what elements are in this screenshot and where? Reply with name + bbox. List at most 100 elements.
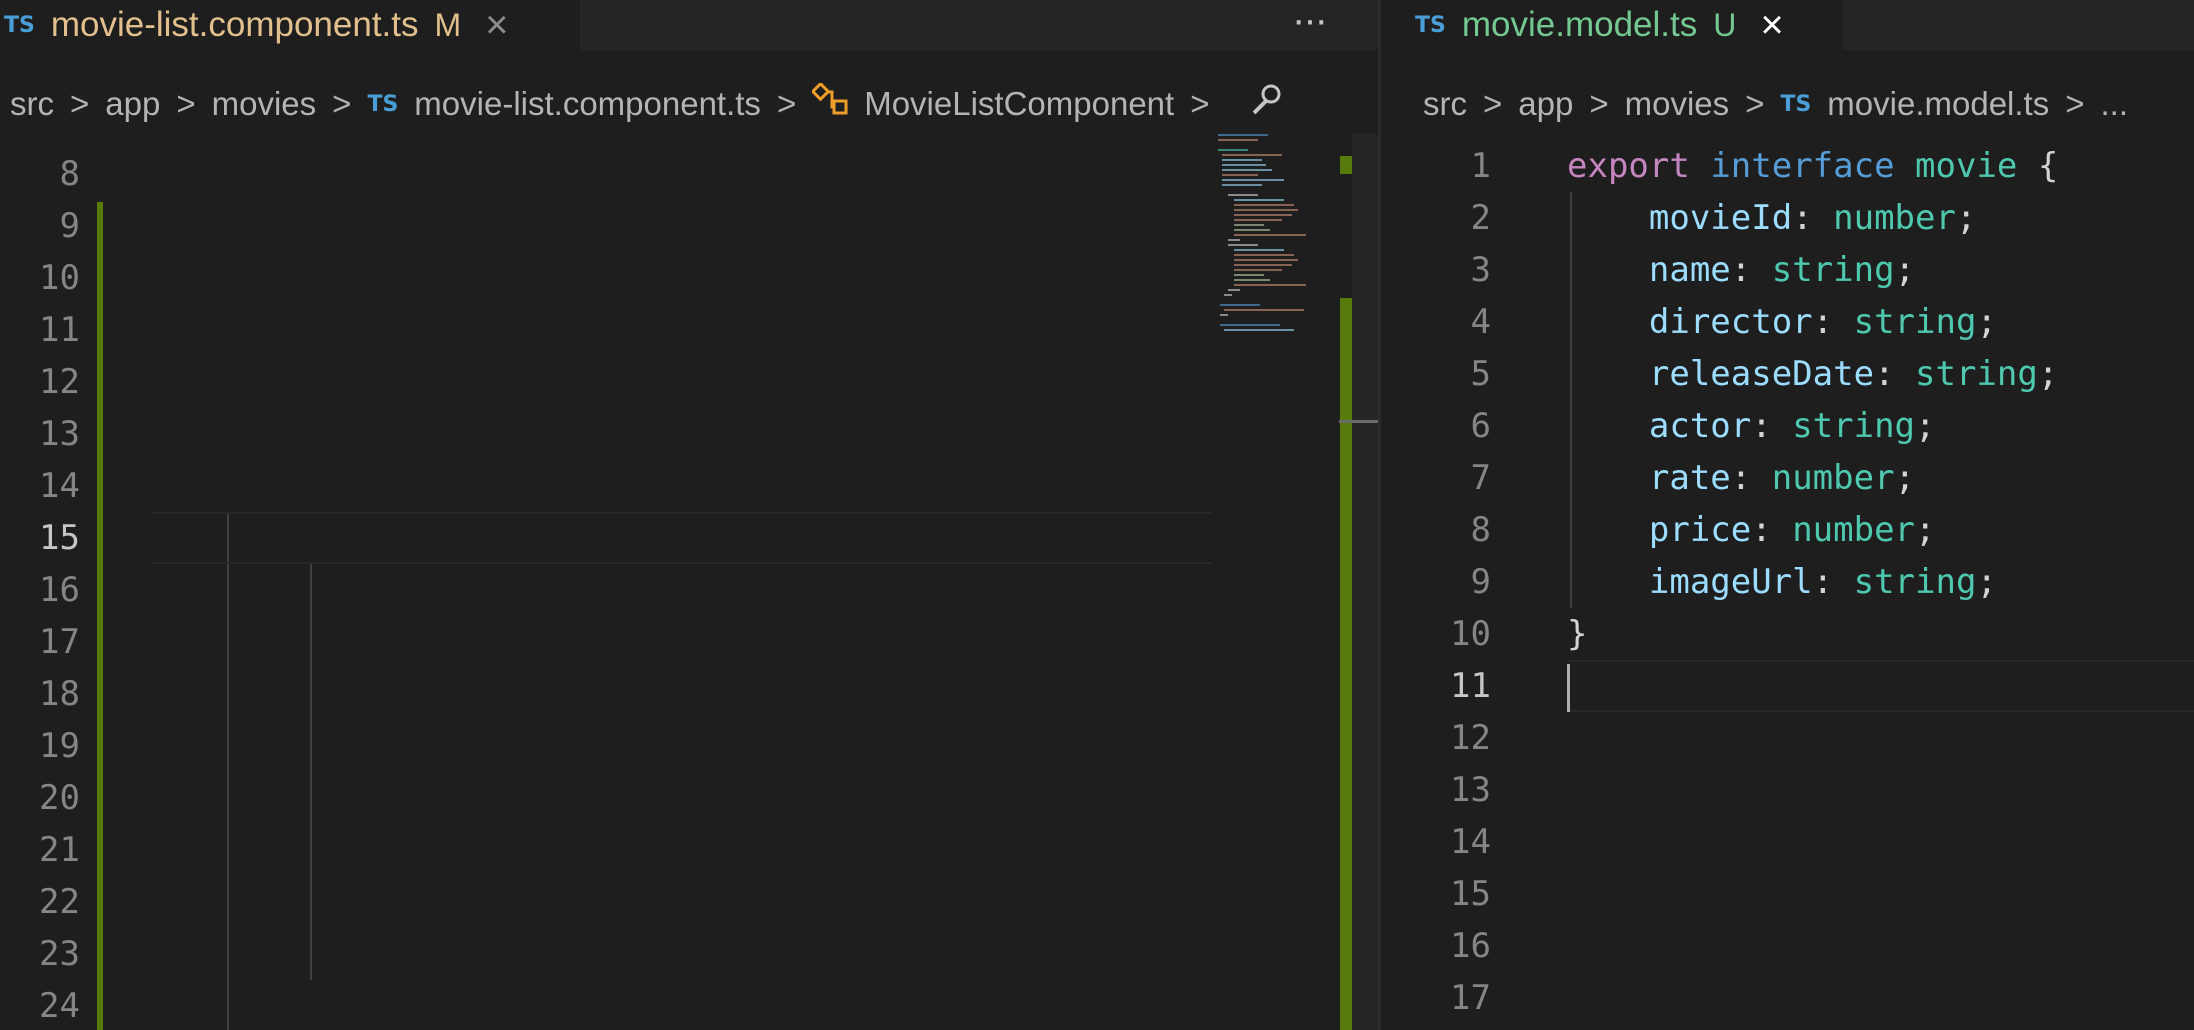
breadcrumb-item-class[interactable]: MovieListComponent (864, 85, 1174, 123)
code-line[interactable]: 9 imageUrl: string; (1381, 556, 2194, 608)
code-token: : (1751, 406, 1793, 446)
code-token: releaseDate (1648, 354, 1875, 394)
line-number: 9 (59, 206, 80, 246)
tab-movie-model[interactable]: TS movie.model.ts U × (1381, 0, 1843, 50)
code-token: : (1792, 198, 1834, 238)
code-line[interactable]: 1 export interface movie { (1381, 140, 2194, 192)
code-token: ; (2037, 354, 2059, 394)
code-token: string (1853, 562, 1977, 602)
code-line[interactable]: 16 (1381, 920, 2194, 972)
code-line[interactable]: 17 (1381, 972, 2194, 1024)
line-number: 24 (39, 986, 80, 1026)
line-number: 11 (1450, 666, 1491, 706)
line-number-row: 21 (0, 824, 1378, 876)
breadcrumb-item-movies[interactable]: movies (212, 85, 317, 123)
breadcrumb-item-more[interactable]: ... (2101, 85, 2129, 123)
line-number: 7 (1470, 458, 1491, 498)
tab-movie-list-component[interactable]: TS movie-list.component.ts M × (0, 0, 580, 50)
breadcrumb-item-src[interactable]: src (10, 85, 54, 123)
code-token: string (1853, 302, 1977, 342)
chevron-right-icon: > (2065, 85, 2085, 122)
code-line[interactable]: 6 actor: string; (1381, 400, 2194, 452)
line-number: 20 (39, 778, 80, 818)
typescript-icon: TS (4, 12, 35, 38)
code-token: string (1771, 250, 1895, 290)
code-line[interactable]: 12 (1381, 712, 2194, 764)
chevron-right-icon: > (70, 85, 90, 122)
code-line[interactable]: 2 movieId: number; (1381, 192, 2194, 244)
right-tab-bar: TS movie.model.ts U × (1381, 0, 2194, 50)
line-number-row: 9 (0, 200, 1378, 252)
code-line[interactable]: 5 releaseDate: string; (1381, 348, 2194, 400)
line-number-row: 13 (0, 408, 1378, 460)
typescript-icon: TS (1780, 91, 1812, 117)
left-tab-bar: TS movie-list.component.ts M × ··· (0, 0, 1378, 50)
line-number-row: 15 (0, 512, 1378, 564)
code-token: : (1730, 250, 1772, 290)
line-number: 17 (39, 622, 80, 662)
code-text: price: number; (1567, 504, 1936, 556)
line-number: 13 (1450, 770, 1491, 810)
code-token: { (2017, 146, 2059, 186)
code-line[interactable]: 13 (1381, 764, 2194, 816)
tab-filename: movie-list.component.ts (50, 5, 419, 44)
line-number: 14 (1450, 822, 1491, 862)
code-token: ; (1976, 562, 1997, 602)
minimap-line (1218, 134, 1268, 136)
code-text: movieId: number; (1567, 192, 1977, 244)
code-text: director: string; (1567, 296, 1997, 348)
code-token: export (1567, 146, 1690, 186)
breadcrumb-item-app[interactable]: app (105, 85, 160, 123)
code-line[interactable]: 11 (1381, 660, 2194, 712)
close-icon[interactable]: × (1760, 5, 1783, 45)
line-number: 18 (39, 674, 80, 714)
code-line[interactable]: 18 (1381, 1024, 2194, 1030)
code-token: string (1915, 354, 2038, 394)
line-number: 21 (39, 830, 80, 870)
more-actions-icon[interactable]: ··· (1292, 0, 1328, 50)
line-number: 14 (39, 466, 80, 506)
code-text: releaseDate: string; (1567, 348, 2058, 400)
line-number: 10 (1450, 614, 1491, 654)
code-line[interactable]: 4 director: string; (1381, 296, 2194, 348)
line-number-row: 11 (0, 304, 1378, 356)
code-token: movieId (1648, 198, 1793, 238)
right-editor-pane: TS movie.model.ts U × src > app > movies… (1381, 0, 2194, 1030)
code-token: : (1751, 510, 1793, 550)
breadcrumb-item-movies[interactable]: movies (1625, 85, 1730, 123)
breadcrumb-item-file[interactable]: movie-list.component.ts (414, 85, 761, 123)
code-token: name (1648, 250, 1731, 290)
code-line[interactable]: 10} (1381, 608, 2194, 660)
line-number: 6 (1470, 406, 1491, 446)
modified-badge: M (434, 6, 462, 43)
left-editor-pane: TS movie-list.component.ts M × ··· src >… (0, 0, 1378, 1030)
line-number-row: 19 (0, 720, 1378, 772)
code-token: : (1874, 354, 1916, 394)
code-line[interactable]: 14 (1381, 816, 2194, 868)
code-token: string (1792, 406, 1916, 446)
code-line[interactable]: 7 rate: number; (1381, 452, 2194, 504)
code-line[interactable]: 3 name: string; (1381, 244, 2194, 296)
code-token: imageUrl (1648, 562, 1813, 602)
chevron-right-icon: > (1483, 85, 1503, 122)
code-token: number (1771, 458, 1895, 498)
breadcrumb: src > app > movies > TS movie.model.ts >… (1381, 76, 2194, 132)
line-number: 11 (39, 310, 80, 350)
code-token: : (1812, 302, 1854, 342)
code-token: : (1730, 458, 1772, 498)
untracked-badge: U (1713, 6, 1737, 43)
breadcrumb-item-file[interactable]: movie.model.ts (1827, 85, 2049, 123)
line-number-row: 22 (0, 876, 1378, 928)
breadcrumb-item-src[interactable]: src (1423, 85, 1467, 123)
code-line[interactable]: 15 (1381, 868, 2194, 920)
line-number-row: 16 (0, 564, 1378, 616)
code-line[interactable]: 8 price: number; (1381, 504, 2194, 556)
close-icon[interactable]: × (485, 5, 508, 45)
line-number: 19 (39, 726, 80, 766)
breadcrumb-item-app[interactable]: app (1518, 85, 1573, 123)
